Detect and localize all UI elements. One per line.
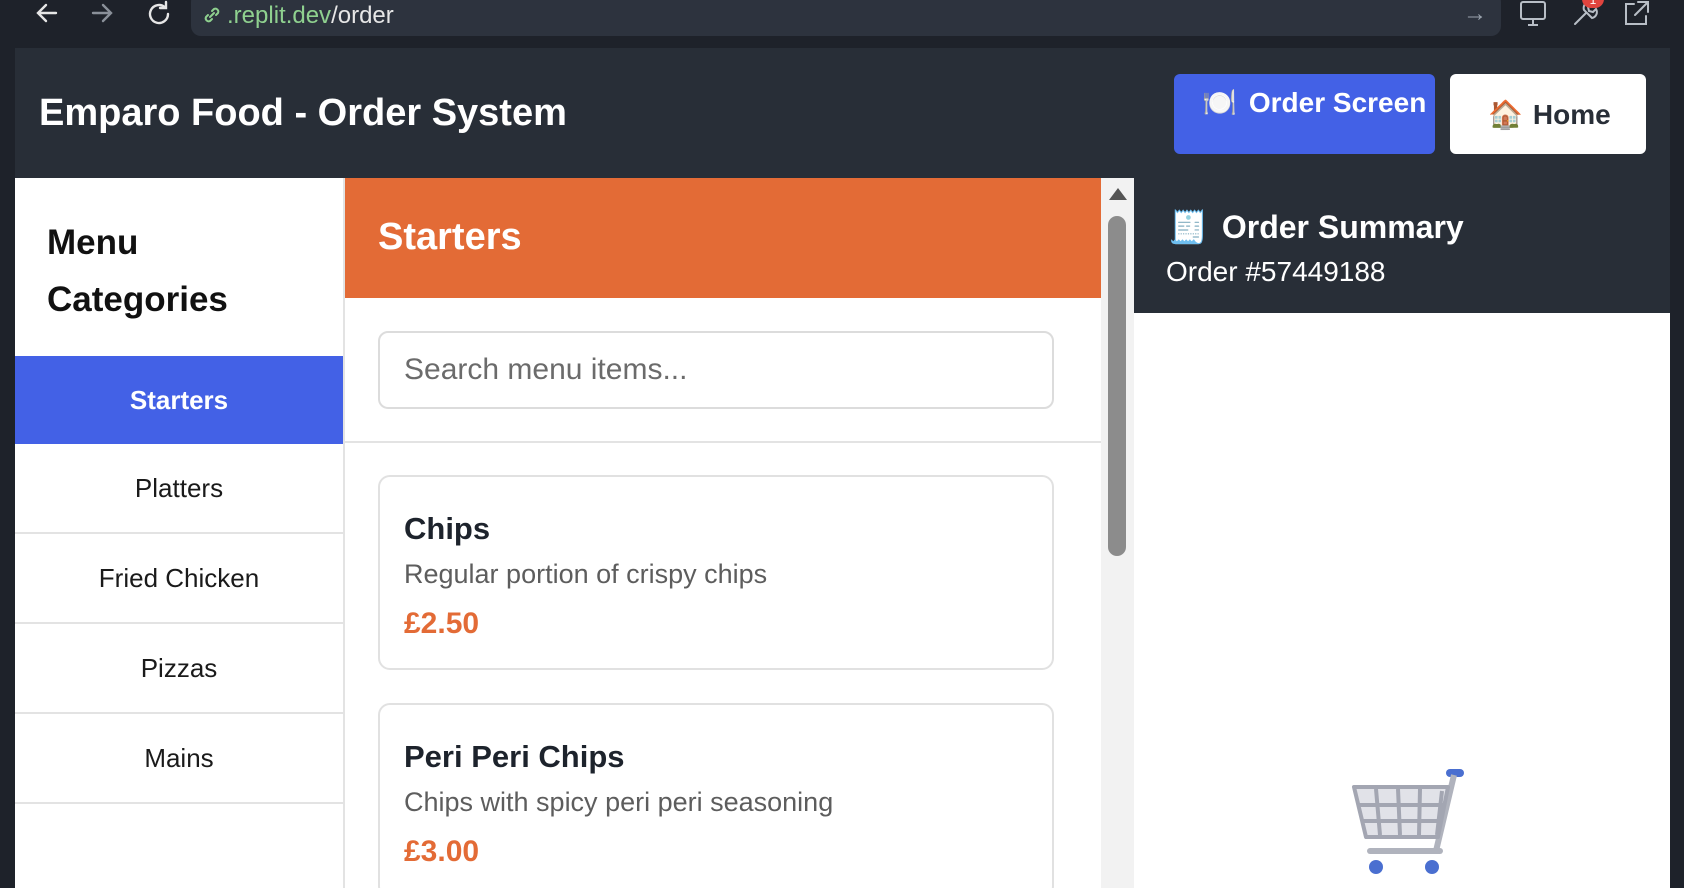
order-summary-panel: 🧾 Order Summary Order #57449188 — [1134, 178, 1670, 888]
plate-icon: 🍽️ — [1202, 87, 1237, 118]
item-name: Chips — [404, 511, 491, 546]
order-screen-button[interactable]: 🍽️ Order Screen — [1174, 74, 1435, 154]
item-price: £3.00 — [404, 835, 480, 868]
arrow-right-icon — [91, 3, 113, 23]
arrow-left-icon — [36, 3, 58, 23]
category-sidebar: Menu Categories Starters Platters Fried … — [15, 178, 345, 888]
sidebar-item-fried-chicken[interactable]: Fried Chicken — [15, 534, 343, 624]
menu-item-card[interactable]: Chips Regular portion of crispy chips £2… — [378, 475, 1054, 670]
house-icon: 🏠 — [1488, 99, 1523, 130]
shopping-cart-icon — [1352, 769, 1464, 874]
sidebar-item-label: Fried Chicken — [98, 562, 260, 593]
window-left-edge — [0, 48, 15, 888]
monitor-icon[interactable] — [1517, 0, 1549, 30]
go-arrow-icon[interactable]: → — [1463, 0, 1487, 28]
sidebar-title: Menu Categories — [47, 223, 228, 319]
item-description: Regular portion of crispy chips — [404, 559, 768, 589]
search-input[interactable] — [378, 331, 1054, 409]
sidebar-item-pizzas[interactable]: Pizzas — [15, 624, 343, 714]
reload-icon — [148, 0, 170, 25]
receipt-icon: 🧾 — [1168, 209, 1208, 245]
url-text: .replit.dev/order — [227, 2, 394, 30]
item-name: Peri Peri Chips — [404, 739, 625, 774]
url-host: .replit.dev — [227, 2, 332, 29]
browser-toolbar: .replit.dev/order → 1 — [0, 0, 1684, 48]
item-description: Chips with spicy peri peri seasoning — [404, 787, 834, 817]
sidebar-item-mains[interactable]: Mains — [15, 714, 343, 804]
external-link-icon[interactable] — [1620, 0, 1652, 30]
menu-scrollbar[interactable] — [1101, 178, 1134, 888]
summary-title-text: Order Summary — [1221, 208, 1464, 245]
menu-panel: Starters Chips Regular portion of crispy… — [345, 178, 1101, 888]
order-number: Order #57449188 — [1166, 256, 1386, 287]
item-price: £2.50 — [404, 607, 480, 640]
link-icon — [204, 7, 220, 23]
search-area — [345, 298, 1101, 443]
home-button[interactable]: 🏠 Home — [1450, 74, 1646, 154]
home-label: Home — [1532, 98, 1611, 130]
section-header: Starters — [345, 178, 1101, 298]
page-title: Emparo Food - Order System — [39, 92, 567, 134]
section-title: Starters — [378, 216, 522, 258]
scroll-thumb[interactable] — [1108, 216, 1126, 556]
menu-item-card[interactable]: Peri Peri Chips Chips with spicy peri pe… — [378, 703, 1054, 888]
address-bar[interactable]: .replit.dev/order → — [191, 0, 1501, 36]
app-header: Emparo Food - Order System 🍽️ Order Scree… — [15, 48, 1670, 178]
forward-button[interactable] — [87, 0, 117, 28]
sidebar-item-label: Starters — [129, 384, 229, 415]
sidebar-item-label: Platters — [134, 472, 224, 503]
sidebar-item-label: Mains — [144, 742, 214, 773]
url-path: /order — [331, 2, 394, 29]
sidebar-item-platters[interactable]: Platters — [15, 444, 343, 534]
category-list: Starters Platters Fried Chicken Pizzas M… — [15, 356, 343, 804]
scroll-up-icon[interactable] — [1109, 188, 1127, 200]
window-right-edge — [1670, 48, 1684, 888]
sidebar-item-label: Pizzas — [140, 652, 218, 683]
order-screen-label: Order Screen — [1248, 86, 1427, 118]
order-app: Emparo Food - Order System 🍽️ Order Scree… — [15, 48, 1670, 888]
summary-header: 🧾 Order Summary Order #57449188 — [1134, 178, 1670, 313]
sidebar-item-starters[interactable]: Starters — [15, 356, 343, 444]
back-button[interactable] — [32, 0, 62, 28]
summary-title: 🧾 Order Summary — [1168, 208, 1464, 246]
reload-button[interactable] — [144, 0, 174, 28]
